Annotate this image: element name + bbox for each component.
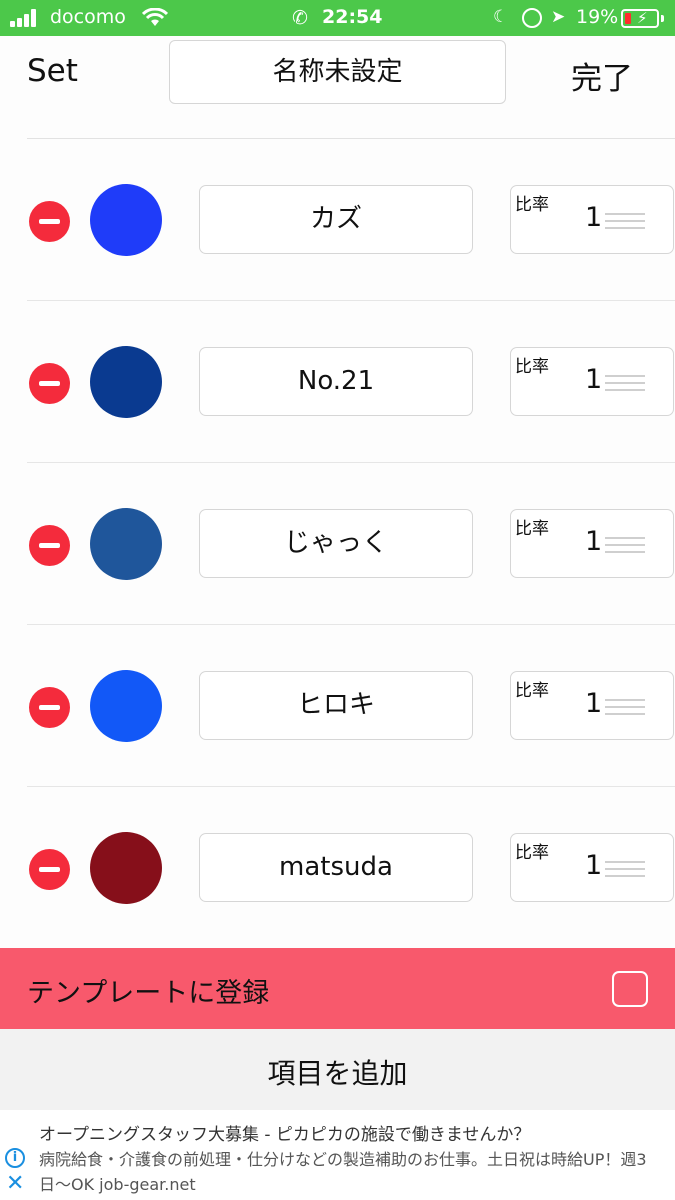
color-swatch[interactable] — [90, 670, 162, 742]
item-name-field[interactable]: カズ — [199, 185, 473, 254]
delete-button[interactable] — [29, 687, 70, 728]
ratio-value: 1 — [585, 850, 603, 881]
delete-button[interactable] — [29, 201, 70, 242]
carrier-name: docomo — [50, 6, 126, 28]
phone-call-icon: ✆ — [292, 7, 308, 29]
ratio-field[interactable]: 比率 1 — [510, 671, 674, 740]
item-name-field[interactable]: じゃっく — [199, 509, 473, 578]
set-button[interactable]: Set — [27, 53, 78, 89]
status-bar: docomo ✆ 22:54 ☾ ➤ 19% ⚡ — [0, 0, 675, 36]
ad-banner[interactable]: i ✕ オープニングスタッフ大募集 - ピカピカの施設で働きませんか？ 病院給食… — [0, 1110, 675, 1200]
battery-tip — [661, 15, 664, 22]
ad-body[interactable]: 病院給食・介護食の前処理・仕分けなどの製造補助のお仕事。土日祝は時給UP！週3日… — [39, 1147, 659, 1197]
list-item: ヒロキ 比率 1 — [0, 625, 675, 787]
add-item-label: 項目を追加 — [267, 1057, 408, 1090]
do-not-disturb-icon: ☾ — [493, 7, 509, 27]
info-icon[interactable]: i — [5, 1148, 25, 1168]
title-input[interactable]: 名称未設定 — [169, 40, 506, 104]
ratio-value: 1 — [585, 688, 603, 719]
template-register-label: テンプレートに登録 — [27, 978, 270, 1009]
add-item-button[interactable]: 項目を追加 — [0, 1029, 675, 1110]
battery-percent: 19% — [576, 6, 619, 28]
item-name-field[interactable]: No.21 — [199, 347, 473, 416]
template-checkbox[interactable] — [612, 971, 648, 1007]
wifi-icon — [141, 7, 169, 28]
delete-button[interactable] — [29, 849, 70, 890]
ratio-value: 1 — [585, 526, 603, 557]
ratio-label: 比率 — [515, 519, 549, 539]
location-icon: ➤ — [551, 7, 566, 27]
ratio-field[interactable]: 比率 1 — [510, 347, 674, 416]
reorder-handle-icon[interactable] — [605, 699, 645, 716]
battery-icon: ⚡ — [621, 9, 659, 28]
ad-title[interactable]: オープニングスタッフ大募集 - ピカピカの施設で働きませんか？ — [39, 1120, 530, 1145]
ratio-value: 1 — [585, 202, 603, 233]
ratio-label: 比率 — [515, 681, 549, 701]
rotation-lock-icon — [522, 8, 542, 28]
ratio-field[interactable]: 比率 1 — [510, 509, 674, 578]
item-name-field[interactable]: ヒロキ — [199, 671, 473, 740]
ratio-label: 比率 — [515, 843, 549, 863]
reorder-handle-icon[interactable] — [605, 375, 645, 392]
status-time: 22:54 — [322, 6, 383, 28]
item-name-field[interactable]: matsuda — [199, 833, 473, 902]
signal-icon — [10, 9, 42, 27]
delete-button[interactable] — [29, 363, 70, 404]
color-swatch[interactable] — [90, 184, 162, 256]
template-register-bar[interactable]: テンプレートに登録 — [0, 948, 675, 1029]
ratio-label: 比率 — [515, 195, 549, 215]
delete-button[interactable] — [29, 525, 70, 566]
list-item: じゃっく 比率 1 — [0, 463, 675, 625]
reorder-handle-icon[interactable] — [605, 213, 645, 230]
done-button[interactable]: 完了 — [571, 53, 633, 98]
ratio-field[interactable]: 比率 1 — [510, 833, 674, 902]
ratio-field[interactable]: 比率 1 — [510, 185, 674, 254]
color-swatch[interactable] — [90, 832, 162, 904]
list-item: No.21 比率 1 — [0, 301, 675, 463]
close-icon[interactable]: ✕ — [6, 1171, 24, 1196]
ratio-value: 1 — [585, 364, 603, 395]
reorder-handle-icon[interactable] — [605, 537, 645, 554]
list-item: matsuda 比率 1 — [0, 787, 675, 949]
reorder-handle-icon[interactable] — [605, 861, 645, 878]
color-swatch[interactable] — [90, 508, 162, 580]
list-item: カズ 比率 1 — [0, 139, 675, 301]
ratio-label: 比率 — [515, 357, 549, 377]
color-swatch[interactable] — [90, 346, 162, 418]
